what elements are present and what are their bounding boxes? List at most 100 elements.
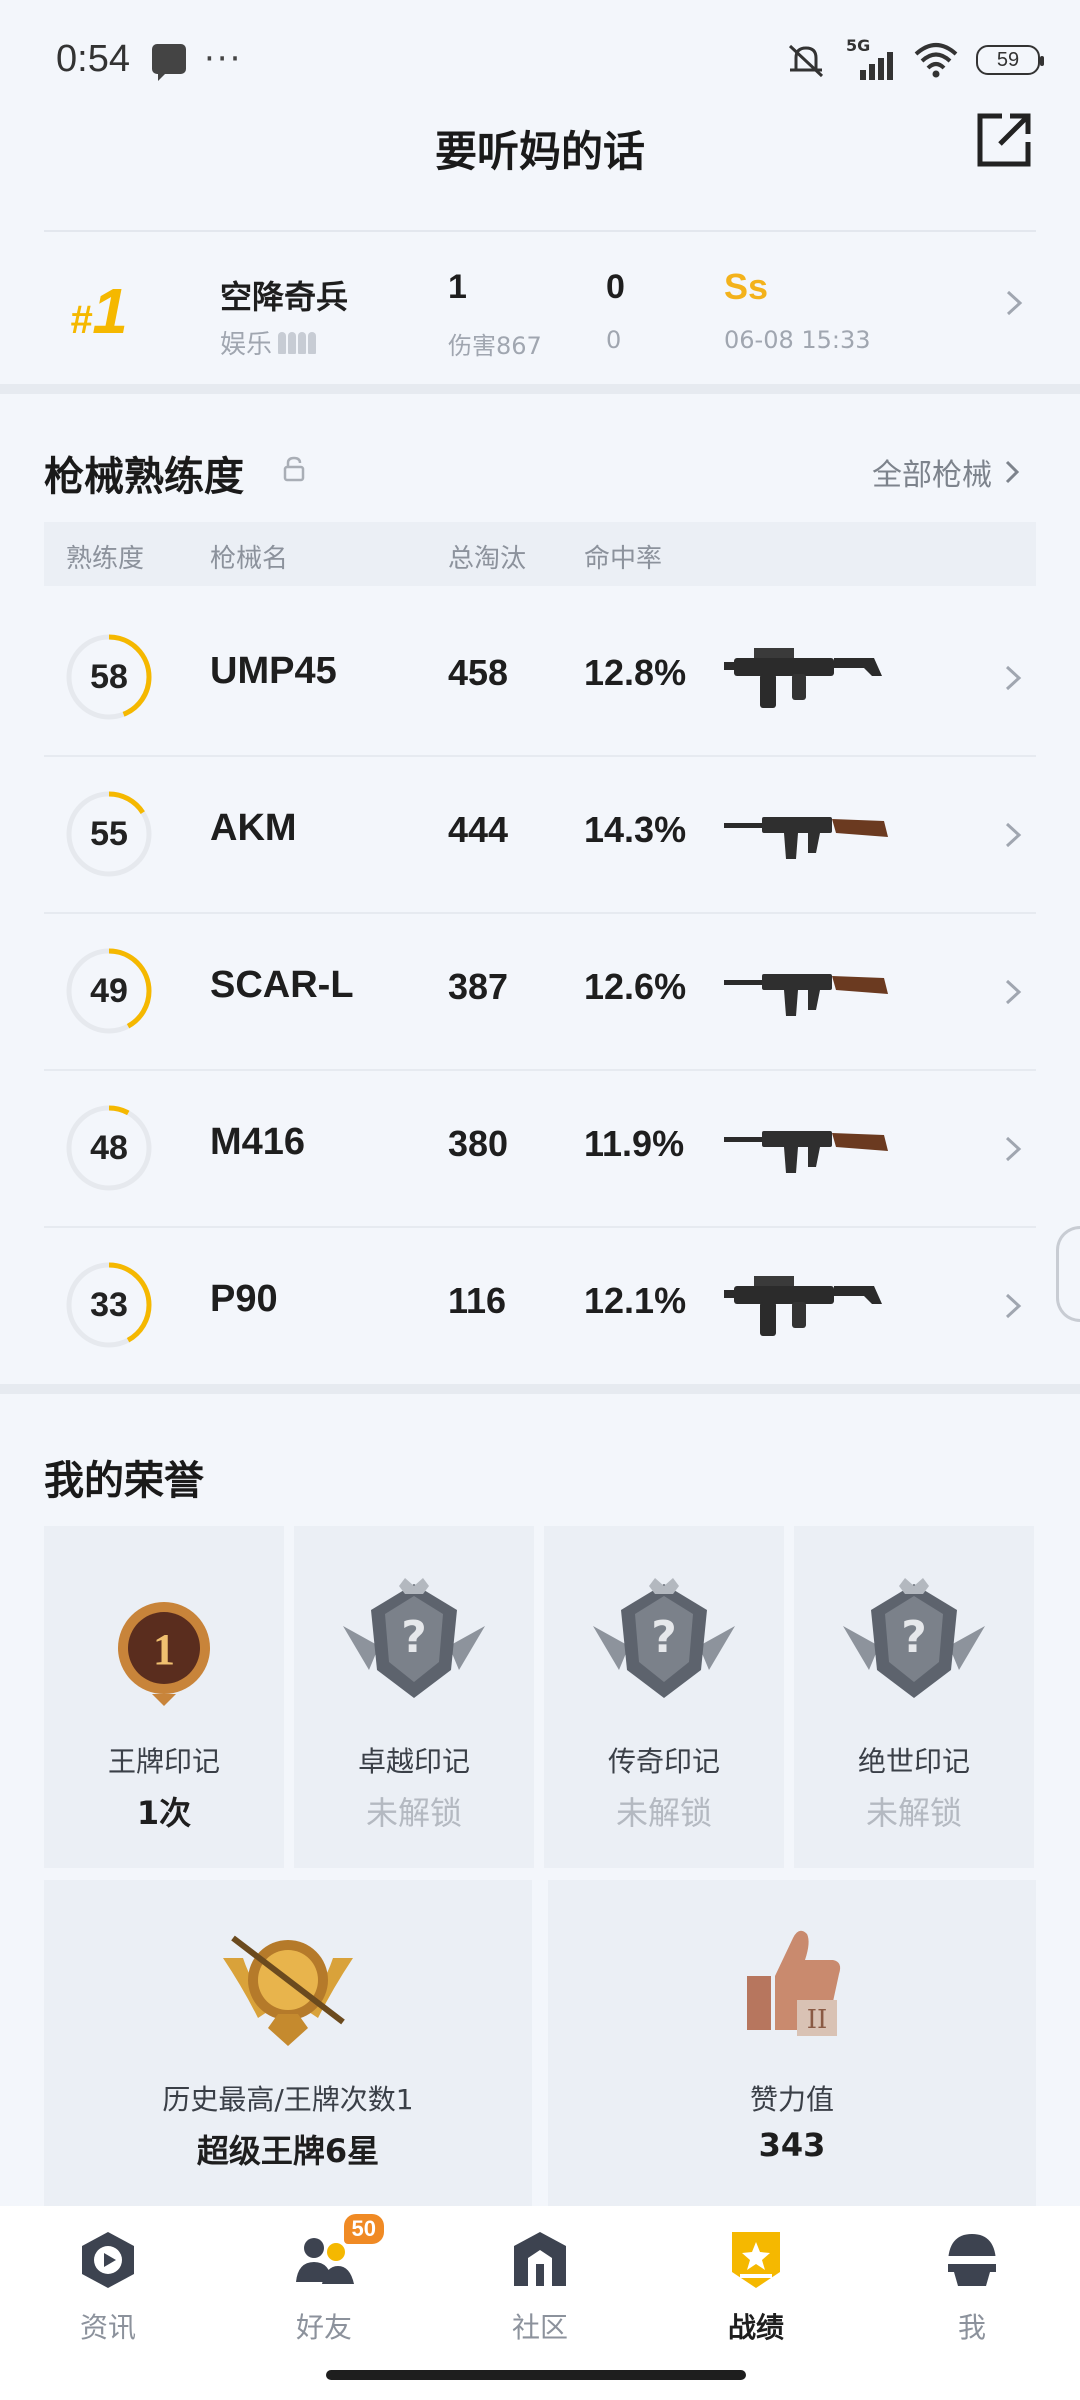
gun-proficiency-title: 枪械熟练度 <box>44 454 244 500</box>
rifle-icon <box>724 1107 894 1191</box>
gun-row[interactable]: 33 P90 116 12.1% <box>44 1228 1036 1385</box>
news-icon <box>82 2232 134 2288</box>
status-bar: 0:54 ··· 5G 59 <box>0 0 1080 120</box>
mute-icon <box>788 44 824 78</box>
chevron-right-icon <box>1005 1293 1022 1319</box>
match-assists: 0 <box>606 268 625 306</box>
proficiency-ring: 33 <box>64 1260 154 1350</box>
svg-text:II: II <box>807 2005 828 2035</box>
thumbs-up-icon: II <box>747 1930 841 2036</box>
record-icon <box>732 2232 780 2288</box>
community-icon <box>514 2232 566 2286</box>
nav-label-profile: 我 <box>957 2311 986 2344</box>
ace-emblem-icon: 1 <box>118 1602 210 1706</box>
nav-tab-news[interactable]: 资讯 <box>28 2228 188 2346</box>
recent-match-row[interactable]: #1 空降奇兵 娱乐 1 伤害867 0 0 Ss 06-08 15:33 <box>44 232 1036 382</box>
gun-row[interactable]: 58 UMP45 458 12.8% <box>44 600 1036 757</box>
gun-row[interactable]: 48 M416 380 11.9% <box>44 1071 1036 1228</box>
match-time: 06-08 15:33 <box>724 326 871 354</box>
ace-tier-icon <box>223 1935 353 2046</box>
excellence-emblem-icon: ? <box>343 1578 485 1698</box>
honor-badge-value: 未解锁 <box>365 1794 462 1832</box>
gun-total-kills: 444 <box>448 809 509 850</box>
highest-tier-label: 历史最高/王牌次数1 <box>162 2083 414 2116</box>
honor-badge-value: 未解锁 <box>615 1794 712 1832</box>
gun-accuracy: 12.1% <box>584 1280 687 1321</box>
svg-text:?: ? <box>651 1612 677 1663</box>
likes-card[interactable]: II 赞力值 343 <box>548 1880 1036 2206</box>
gun-total-kills: 380 <box>448 1123 509 1164</box>
chevron-right-icon <box>1005 460 1020 484</box>
honor-badge-label: 卓越印记 <box>357 1745 470 1778</box>
gun-row[interactable]: 55 AKM 444 14.3% <box>44 757 1036 914</box>
proficiency-value: 33 <box>90 1286 128 1324</box>
side-drawer-handle[interactable] <box>1056 1226 1080 1322</box>
nav-label-community: 社区 <box>511 2311 568 2344</box>
page-title: 要听妈的话 <box>434 127 645 176</box>
gun-name: P90 <box>210 1278 278 1320</box>
proficiency-ring: 49 <box>64 946 154 1036</box>
battery-indicator: 59 <box>976 45 1044 75</box>
nav-label-record: 战绩 <box>727 2311 784 2344</box>
all-guns-label: 全部枪械 <box>872 458 992 493</box>
message-icon <box>152 44 186 81</box>
likes-label: 赞力值 <box>749 2083 834 2116</box>
match-assists-sub: 0 <box>606 326 622 354</box>
honor-badge-card[interactable]: ? 传奇印记未解锁 <box>544 1526 784 1868</box>
status-time: 0:54 <box>56 38 130 80</box>
nav-tab-community[interactable]: 社区 <box>460 2228 620 2346</box>
team-icon <box>278 331 317 354</box>
proficiency-ring: 55 <box>64 789 154 879</box>
gun-name: SCAR-L <box>210 964 354 1006</box>
highest-tier-card[interactable]: 历史最高/王牌次数1 超级王牌6星 <box>44 1880 532 2206</box>
gun-table-header: 熟练度 枪械名 总淘汰 命中率 <box>44 522 1036 586</box>
proficiency-ring: 48 <box>64 1103 154 1193</box>
gun-name: UMP45 <box>210 650 337 692</box>
honor-badge-card[interactable]: 1 王牌印记 1次 <box>44 1526 284 1868</box>
chevron-right-icon <box>1005 979 1022 1005</box>
lock-icon[interactable] <box>282 456 306 482</box>
gun-name: M416 <box>210 1121 306 1163</box>
share-icon[interactable] <box>974 110 1034 170</box>
honor-badge-value: 1次 <box>136 1794 192 1832</box>
proficiency-value: 49 <box>90 972 128 1010</box>
friends-badge: 50 <box>343 2214 384 2244</box>
gun-total-kills: 458 <box>448 652 509 693</box>
smg-icon <box>724 1264 894 1348</box>
section-separator <box>0 384 1080 394</box>
match-grade: Ss <box>724 266 769 307</box>
honor-badge-card[interactable]: ? 绝世印记 未解锁 <box>794 1526 1034 1868</box>
match-submode: 娱乐 <box>220 330 273 360</box>
nav-tab-profile[interactable]: 我 <box>892 2228 1052 2346</box>
proficiency-value: 48 <box>90 1129 128 1167</box>
match-submode-row: 娱乐 <box>220 324 317 361</box>
rifle-icon <box>724 950 894 1034</box>
gun-total-kills: 116 <box>448 1280 507 1321</box>
honor-badge-label: 传奇印记 <box>607 1745 720 1778</box>
nav-tab-record[interactable]: 战绩 <box>676 2228 836 2346</box>
home-indicator[interactable] <box>326 2370 746 2380</box>
profile-icon <box>948 2234 996 2286</box>
svg-text:?: ? <box>901 1612 927 1663</box>
honor-badge-label: 绝世印记 <box>857 1745 970 1778</box>
all-guns-link[interactable]: 全部枪械 <box>872 450 1020 494</box>
section-separator <box>0 1384 1080 1394</box>
supreme-emblem-icon: ? <box>843 1578 985 1698</box>
col-total-kills: 总淘汰 <box>448 544 527 574</box>
match-rank: 1 <box>92 275 128 347</box>
rank-badge: #1 <box>70 275 128 347</box>
honor-badge-card[interactable]: ? 卓越印记未解锁 <box>294 1526 534 1868</box>
rifle-icon <box>724 793 894 877</box>
more-notifications-icon: ··· <box>204 39 243 79</box>
gun-accuracy: 11.9% <box>584 1123 685 1164</box>
proficiency-value: 58 <box>90 658 128 696</box>
col-proficiency: 熟练度 <box>66 544 145 574</box>
gun-row[interactable]: 49 SCAR-L 387 12.6% <box>44 914 1036 1071</box>
chevron-right-icon <box>1005 1136 1022 1162</box>
gun-name: AKM <box>210 807 297 849</box>
honor-badge-label: 王牌印记 <box>107 1745 220 1778</box>
nav-tab-friends[interactable]: 50 好友 <box>244 2214 404 2346</box>
gun-total-kills: 387 <box>448 966 509 1007</box>
col-gun-name: 枪械名 <box>210 544 289 574</box>
svg-text:1: 1 <box>153 1625 175 1674</box>
